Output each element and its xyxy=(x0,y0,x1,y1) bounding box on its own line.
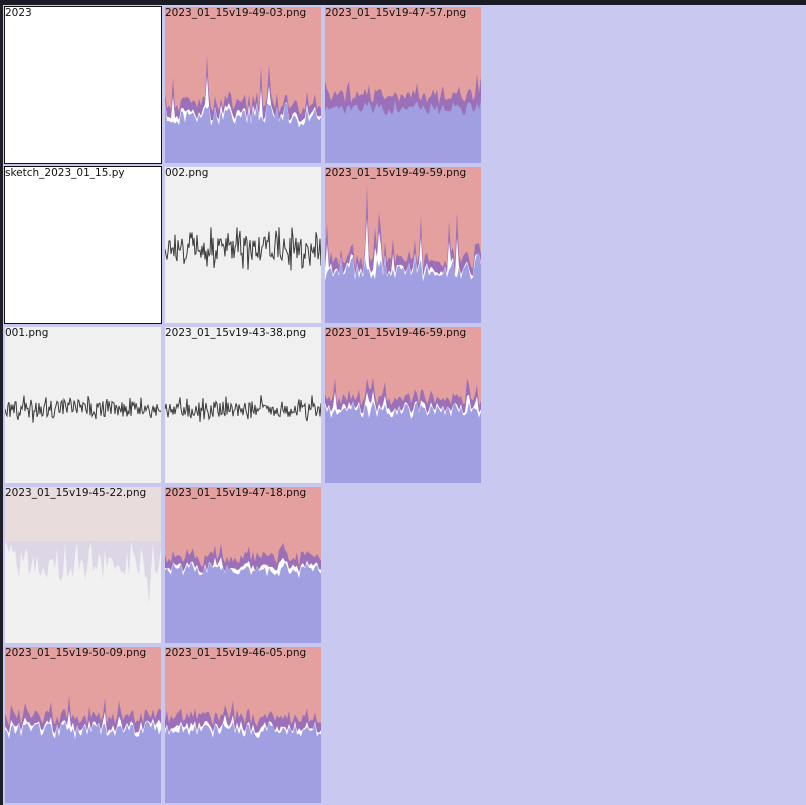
tile-label: 002.png xyxy=(165,167,209,179)
thumbnail-preview xyxy=(5,327,161,483)
thumbnail-preview xyxy=(5,647,161,803)
image-tile-2023-01-15v19-46-05[interactable]: 2023_01_15v19-46-05.png xyxy=(164,646,322,804)
window-top-bar xyxy=(0,0,806,5)
thumbnail-preview xyxy=(165,647,321,803)
tile-label: 001.png xyxy=(5,327,49,339)
thumb-ground xyxy=(325,401,481,483)
tile-label: 2023_01_15v19-47-18.png xyxy=(165,487,307,499)
thumb-ground xyxy=(325,99,481,163)
thumbnail-preview xyxy=(325,327,481,483)
thumbnail-preview xyxy=(165,327,321,483)
thumbnail-preview xyxy=(325,167,481,323)
image-tile-2023-01-15v19-47-57[interactable]: 2023_01_15v19-47-57.png xyxy=(324,6,482,164)
image-tile-2023-01-15v19-49-59[interactable]: 2023_01_15v19-49-59.png xyxy=(324,166,482,324)
image-tile-2023-01-15v19-50-09[interactable]: 2023_01_15v19-50-09.png xyxy=(4,646,162,804)
tile-label: 2023_01_15v19-46-59.png xyxy=(325,327,467,339)
image-tile-2023-01-15v19-47-18[interactable]: 2023_01_15v19-47-18.png xyxy=(164,486,322,644)
thumbnail-preview xyxy=(325,7,481,163)
window-left-edge xyxy=(0,5,3,805)
thumb-bg xyxy=(5,327,161,483)
thumbnail-preview xyxy=(165,7,321,163)
thumbnail-preview xyxy=(5,487,161,643)
file-tile-sketch-py[interactable]: sketch_2023_01_15.py xyxy=(4,166,162,324)
folder-tile-2023[interactable]: 2023 xyxy=(4,6,162,164)
image-tile-2023-01-15v19-46-59[interactable]: 2023_01_15v19-46-59.png xyxy=(324,326,482,484)
tile-label: 2023_01_15v19-49-59.png xyxy=(325,167,467,179)
tile-label: sketch_2023_01_15.py xyxy=(5,167,125,179)
tile-label: 2023_01_15v19-49-03.png xyxy=(165,7,307,19)
image-tile-2023-01-15v19-43-38[interactable]: 2023_01_15v19-43-38.png xyxy=(164,326,322,484)
image-tile-001[interactable]: 001.png xyxy=(4,326,162,484)
tile-label: 2023_01_15v19-50-09.png xyxy=(5,647,147,659)
image-tile-2023-01-15v19-45-22[interactable]: 2023_01_15v19-45-22.png xyxy=(4,486,162,644)
tile-label: 2023_01_15v19-47-57.png xyxy=(325,7,467,19)
tile-label: 2023_01_15v19-46-05.png xyxy=(165,647,307,659)
image-tile-2023-01-15v19-49-03[interactable]: 2023_01_15v19-49-03.png xyxy=(164,6,322,164)
thumbnail-preview xyxy=(165,487,321,643)
tile-label: 2023_01_15v19-45-22.png xyxy=(5,487,147,499)
tile-label: 2023_01_15v19-43-38.png xyxy=(165,327,307,339)
tile-label: 2023 xyxy=(5,7,32,19)
thumbnail-preview xyxy=(165,167,321,323)
image-tile-002[interactable]: 002.png xyxy=(164,166,322,324)
